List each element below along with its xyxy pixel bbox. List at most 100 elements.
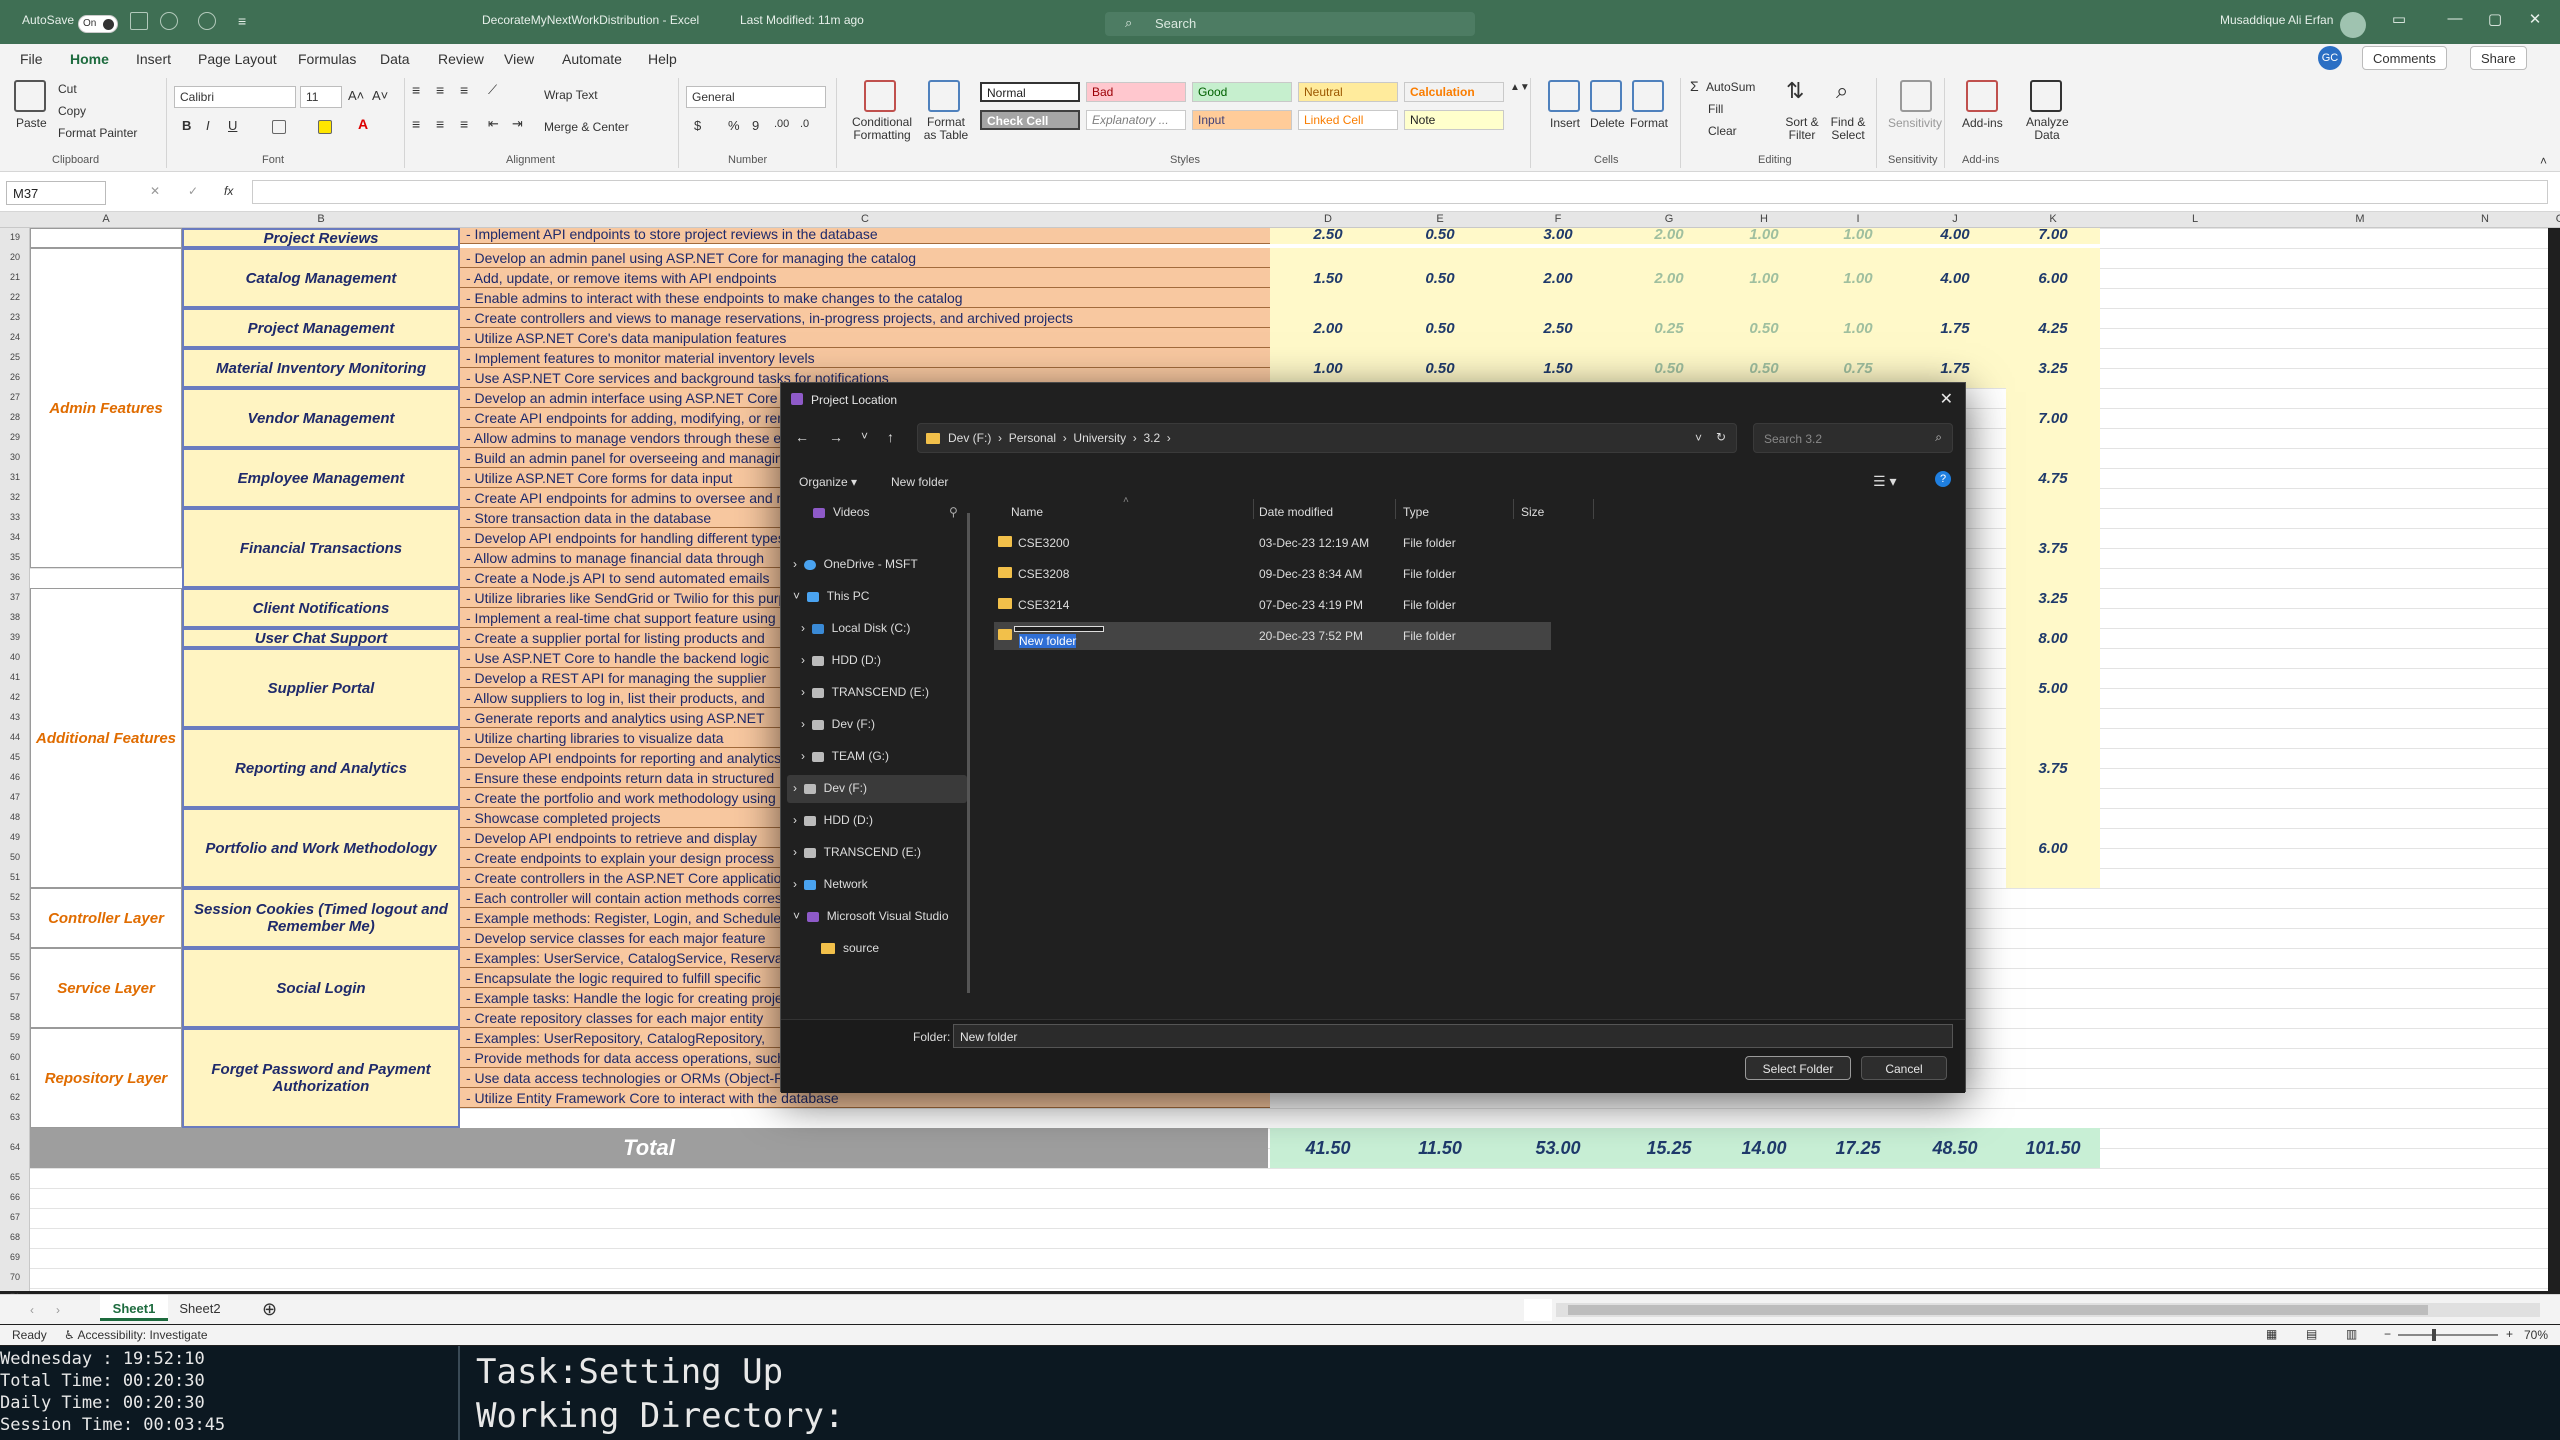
- col-type[interactable]: Type: [1403, 505, 1429, 519]
- value-cell[interactable]: 3.75: [2006, 728, 2100, 808]
- select-folder-button[interactable]: Select Folder: [1745, 1056, 1851, 1080]
- cut-button[interactable]: Cut: [58, 82, 77, 96]
- value-cell[interactable]: 3.00: [1494, 228, 1622, 244]
- nav-transcend-e[interactable]: › TRANSCEND (E:): [801, 685, 929, 699]
- decrease-font-icon[interactable]: A˅: [372, 88, 388, 103]
- value-cell[interactable]: 1.50: [1270, 248, 1386, 308]
- row-header[interactable]: 54: [0, 932, 30, 942]
- value-cell[interactable]: 5.00: [2006, 648, 2100, 728]
- maximize-button[interactable]: ▢: [2480, 10, 2510, 36]
- path-university[interactable]: University: [1073, 431, 1126, 445]
- align-right-icon[interactable]: ≡: [460, 116, 468, 132]
- view-options-icon[interactable]: ☰ ▾: [1873, 473, 1896, 490]
- format-table-icon[interactable]: [928, 80, 960, 112]
- autosum-button[interactable]: AutoSum: [1706, 80, 1755, 94]
- zoom-thumb[interactable]: [2432, 1329, 2436, 1341]
- orientation-icon[interactable]: ⟋: [488, 82, 497, 98]
- minimize-button[interactable]: —: [2440, 10, 2470, 36]
- nav-visual-studio[interactable]: ˅ Microsoft Visual Studio: [793, 909, 949, 923]
- row-header[interactable]: 41: [0, 672, 30, 682]
- feature-cell[interactable]: Reporting and Analytics: [182, 728, 460, 808]
- row-header[interactable]: 58: [0, 1012, 30, 1022]
- align-center-icon[interactable]: ≡: [436, 116, 444, 132]
- value-cell[interactable]: 0.50: [1386, 228, 1494, 244]
- total-cell[interactable]: 15.25: [1622, 1128, 1716, 1168]
- tab-view[interactable]: View: [504, 51, 534, 67]
- style-input[interactable]: Input: [1192, 110, 1292, 130]
- cancel-entry-icon[interactable]: ✕: [150, 184, 160, 198]
- feature-cell[interactable]: Material Inventory Monitoring: [182, 348, 460, 388]
- row-header[interactable]: 62: [0, 1092, 30, 1102]
- style-bad[interactable]: Bad: [1086, 82, 1186, 102]
- nav-team-g[interactable]: › TEAM (G:): [801, 749, 889, 763]
- tab-file[interactable]: File: [20, 51, 43, 67]
- redo-icon[interactable]: [198, 12, 216, 30]
- feature-cell[interactable]: Forget Password and Payment Authorizatio…: [182, 1028, 460, 1128]
- row-header[interactable]: 63: [0, 1112, 30, 1122]
- value-cell[interactable]: 1.00: [1812, 248, 1904, 308]
- value-cell[interactable]: 1.00: [1812, 308, 1904, 348]
- row-header[interactable]: 22: [0, 292, 30, 302]
- row-header[interactable]: 48: [0, 812, 30, 822]
- conditional-formatting-button[interactable]: Conditional Formatting: [846, 116, 918, 142]
- borders-icon[interactable]: [272, 120, 286, 134]
- fill-color-icon[interactable]: [318, 120, 332, 134]
- delete-cells-icon[interactable]: [1590, 80, 1622, 112]
- value-cell[interactable]: 2.00: [1622, 228, 1716, 244]
- help-icon[interactable]: ?: [1935, 471, 1951, 487]
- format-cells-button[interactable]: Format: [1630, 116, 1668, 130]
- row-header[interactable]: 43: [0, 712, 30, 722]
- task-cell[interactable]: - Create controllers and views to manage…: [460, 308, 1270, 328]
- normal-view-icon[interactable]: ▦: [2266, 1327, 2277, 1341]
- category-cell[interactable]: Admin Features: [30, 248, 182, 568]
- value-cell[interactable]: 4.25: [2006, 308, 2100, 348]
- value-cell[interactable]: 2.50: [1270, 228, 1386, 244]
- formula-input[interactable]: [252, 180, 2548, 204]
- nav-dev-f[interactable]: › Dev (F:): [801, 717, 875, 731]
- path-3-2[interactable]: 3.2: [1143, 431, 1160, 445]
- comments-button[interactable]: Comments: [2362, 46, 2447, 70]
- path-dev[interactable]: Dev (F:): [948, 431, 991, 445]
- style-note[interactable]: Note: [1404, 110, 1504, 130]
- task-cell[interactable]: - Develop an admin panel using ASP.NET C…: [460, 248, 1270, 268]
- value-cell[interactable]: [2006, 608, 2100, 628]
- font-name-select[interactable]: Calibri: [174, 86, 296, 108]
- column-header[interactable]: E: [1386, 213, 1494, 225]
- row-header[interactable]: 38: [0, 612, 30, 622]
- feature-cell[interactable]: Vendor Management: [182, 388, 460, 448]
- horizontal-scrollbar[interactable]: [1556, 1303, 2540, 1317]
- total-label-cell[interactable]: Total: [30, 1128, 1268, 1168]
- value-cell[interactable]: 0.25: [1622, 308, 1716, 348]
- value-cell[interactable]: 3.25: [2006, 348, 2100, 388]
- copy-button[interactable]: Copy: [58, 104, 86, 118]
- align-middle-icon[interactable]: ≡: [436, 82, 444, 98]
- column-header[interactable]: O: [2540, 213, 2560, 225]
- user-avatar[interactable]: [2340, 12, 2366, 38]
- style-linked-cell[interactable]: Linked Cell: [1298, 110, 1398, 130]
- total-cell[interactable]: 53.00: [1494, 1128, 1622, 1168]
- row-header[interactable]: 51: [0, 872, 30, 882]
- number-format-select[interactable]: General: [686, 86, 826, 108]
- total-cell[interactable]: 41.50: [1270, 1128, 1386, 1168]
- row-header[interactable]: 61: [0, 1072, 30, 1082]
- next-sheet-icon[interactable]: ›: [56, 1303, 60, 1317]
- column-header[interactable]: H: [1716, 213, 1812, 225]
- category-cell[interactable]: Repository Layer: [30, 1028, 182, 1128]
- total-cell[interactable]: 48.50: [1904, 1128, 2006, 1168]
- row-header[interactable]: 65: [0, 1172, 30, 1182]
- nav-this-pc[interactable]: ˅ This PC: [793, 589, 869, 603]
- comma-icon[interactable]: 9: [752, 118, 759, 133]
- row-header[interactable]: 59: [0, 1032, 30, 1042]
- feature-cell[interactable]: Portfolio and Work Methodology: [182, 808, 460, 888]
- row-header[interactable]: 29: [0, 432, 30, 442]
- value-cell[interactable]: 8.00: [2006, 628, 2100, 648]
- rename-input[interactable]: New folder: [1014, 626, 1104, 648]
- page-layout-view-icon[interactable]: ▤: [2306, 1327, 2317, 1341]
- add-ins-button[interactable]: Add-ins: [1962, 116, 2003, 130]
- nav-hdd-d[interactable]: › HDD (D:): [801, 653, 881, 667]
- total-cell[interactable]: 101.50: [2006, 1128, 2100, 1168]
- value-cell[interactable]: 1.00: [1716, 248, 1812, 308]
- value-cell[interactable]: 4.75: [2006, 448, 2100, 508]
- font-color-icon[interactable]: A: [358, 116, 368, 132]
- autosave-toggle[interactable]: On: [78, 15, 118, 33]
